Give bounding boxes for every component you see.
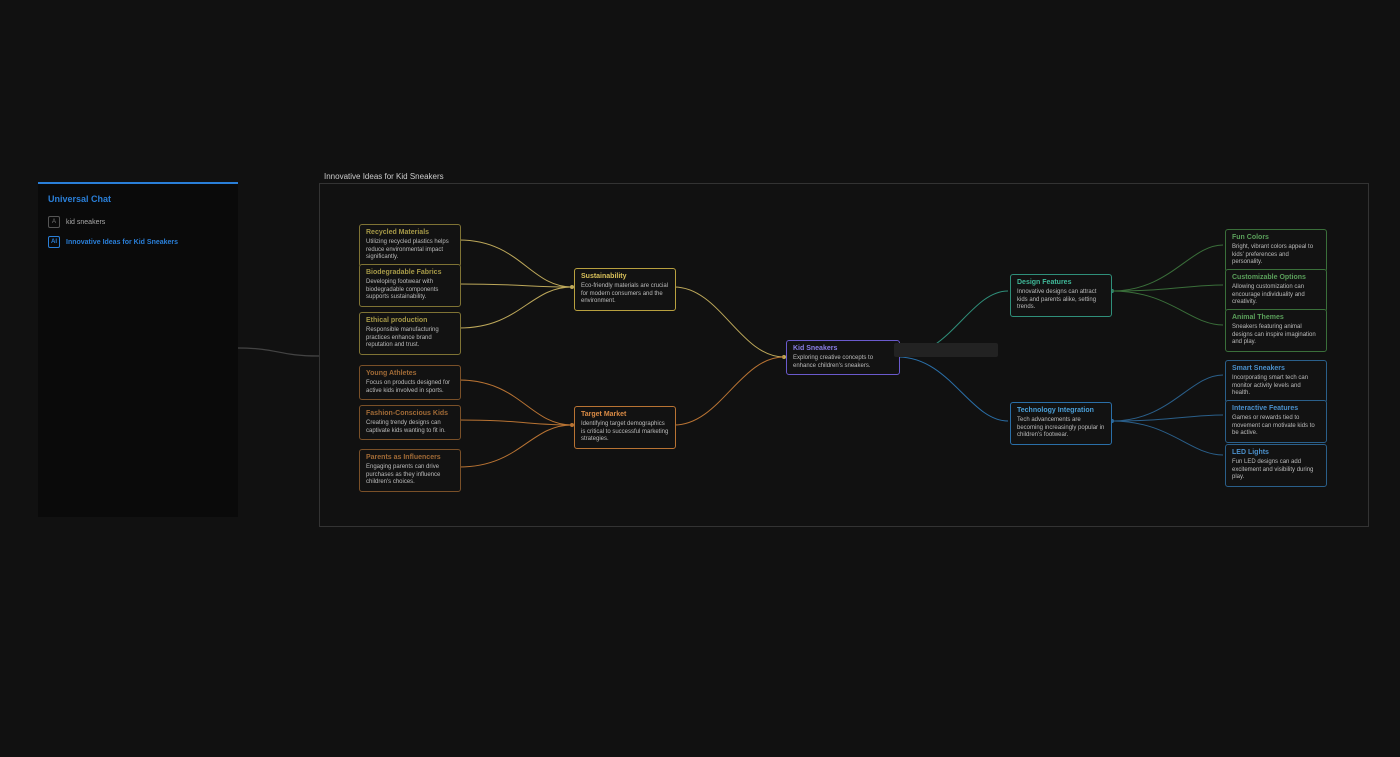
sidebar-item-response[interactable]: AI Innovative Ideas for Kid Sneakers bbox=[38, 232, 238, 252]
node-led-lights[interactable]: LED Lights Fun LED designs can add excit… bbox=[1225, 444, 1327, 487]
node-ethical-production[interactable]: Ethical production Responsible manufactu… bbox=[359, 312, 461, 355]
node-desc: Exploring creative concepts to enhance c… bbox=[793, 355, 893, 370]
canvas-title: Innovative Ideas for Kid Sneakers bbox=[324, 172, 444, 181]
node-title: Kid Sneakers bbox=[793, 345, 893, 352]
node-recycled-materials[interactable]: Recycled Materials Utilizing recycled pl… bbox=[359, 224, 461, 267]
node-desc: Responsible manufacturing practices enha… bbox=[366, 327, 454, 350]
node-title: Customizable Options bbox=[1232, 274, 1320, 281]
node-young-athletes[interactable]: Young Athletes Focus on products designe… bbox=[359, 365, 461, 400]
node-title: Biodegradable Fabrics bbox=[366, 269, 454, 276]
node-fun-colors[interactable]: Fun Colors Bright, vibrant colors appeal… bbox=[1225, 229, 1327, 272]
badge-icon: A bbox=[48, 216, 60, 228]
node-title: Interactive Features bbox=[1232, 405, 1320, 412]
node-desc: Incorporating smart tech can monitor act… bbox=[1232, 375, 1320, 398]
node-customizable-options[interactable]: Customizable Options Allowing customizat… bbox=[1225, 269, 1327, 312]
node-design-features[interactable]: Design Features Innovative designs can a… bbox=[1010, 274, 1112, 317]
badge-icon: AI bbox=[48, 236, 60, 248]
app-root: Universal Chat A kid sneakers AI Innovat… bbox=[0, 0, 1400, 757]
node-desc: Creating trendy designs can captivate ki… bbox=[366, 420, 454, 435]
node-desc: Developing footwear with biodegradable c… bbox=[366, 279, 454, 302]
node-title: Recycled Materials bbox=[366, 229, 454, 236]
node-title: Parents as Influencers bbox=[366, 454, 454, 461]
node-title: Fashion-Conscious Kids bbox=[366, 410, 454, 417]
node-title: Technology Integration bbox=[1017, 407, 1105, 414]
node-root[interactable]: Kid Sneakers Exploring creative concepts… bbox=[786, 340, 900, 375]
node-animal-themes[interactable]: Animal Themes Sneakers featuring animal … bbox=[1225, 309, 1327, 352]
node-title: Smart Sneakers bbox=[1232, 365, 1320, 372]
node-desc: Sneakers featuring animal designs can in… bbox=[1232, 324, 1320, 347]
node-title: Fun Colors bbox=[1232, 234, 1320, 241]
node-title: Animal Themes bbox=[1232, 314, 1320, 321]
sidebar-panel: Universal Chat A kid sneakers AI Innovat… bbox=[38, 182, 238, 517]
node-title: Sustainability bbox=[581, 273, 669, 280]
node-title: Target Market bbox=[581, 411, 669, 418]
sidebar-item-label: kid sneakers bbox=[66, 219, 105, 226]
node-sustainability[interactable]: Sustainability Eco-friendly materials ar… bbox=[574, 268, 676, 311]
node-desc: Bright, vibrant colors appeal to kids' p… bbox=[1232, 244, 1320, 267]
sidebar-title: Universal Chat bbox=[48, 194, 228, 204]
node-target-market[interactable]: Target Market Identifying target demogra… bbox=[574, 406, 676, 449]
node-title: Young Athletes bbox=[366, 370, 454, 377]
node-parents-as-influencers[interactable]: Parents as Influencers Engaging parents … bbox=[359, 449, 461, 492]
node-title: LED Lights bbox=[1232, 449, 1320, 456]
node-desc: Allowing customization can encourage ind… bbox=[1232, 284, 1320, 307]
node-title: Ethical production bbox=[366, 317, 454, 324]
node-title: Design Features bbox=[1017, 279, 1105, 286]
node-desc: Eco-friendly materials are crucial for m… bbox=[581, 283, 669, 306]
mindmap-canvas[interactable]: Kid Sneakers Exploring creative concepts… bbox=[319, 183, 1369, 527]
node-interactive-features[interactable]: Interactive Features Games or rewards ti… bbox=[1225, 400, 1327, 443]
sidebar-item-prompt[interactable]: A kid sneakers bbox=[38, 212, 238, 232]
node-desc: Games or rewards tied to movement can mo… bbox=[1232, 415, 1320, 438]
node-technology-integration[interactable]: Technology Integration Tech advancements… bbox=[1010, 402, 1112, 445]
node-desc: Identifying target demographics is criti… bbox=[581, 421, 669, 444]
node-desc: Tech advancements are becoming increasin… bbox=[1017, 417, 1105, 440]
node-desc: Fun LED designs can add excitement and v… bbox=[1232, 459, 1320, 482]
node-desc: Innovative designs can attract kids and … bbox=[1017, 289, 1105, 312]
node-biodegradable-fabrics[interactable]: Biodegradable Fabrics Developing footwea… bbox=[359, 264, 461, 307]
node-smart-sneakers[interactable]: Smart Sneakers Incorporating smart tech … bbox=[1225, 360, 1327, 403]
node-desc: Engaging parents can drive purchases as … bbox=[366, 464, 454, 487]
sidebar-item-label: Innovative Ideas for Kid Sneakers bbox=[66, 239, 178, 246]
node-desc: Focus on products designed for active ki… bbox=[366, 380, 454, 395]
node-desc: Utilizing recycled plastics helps reduce… bbox=[366, 239, 454, 262]
node-fashion-conscious-kids[interactable]: Fashion-Conscious Kids Creating trendy d… bbox=[359, 405, 461, 440]
root-chip[interactable] bbox=[894, 343, 998, 357]
